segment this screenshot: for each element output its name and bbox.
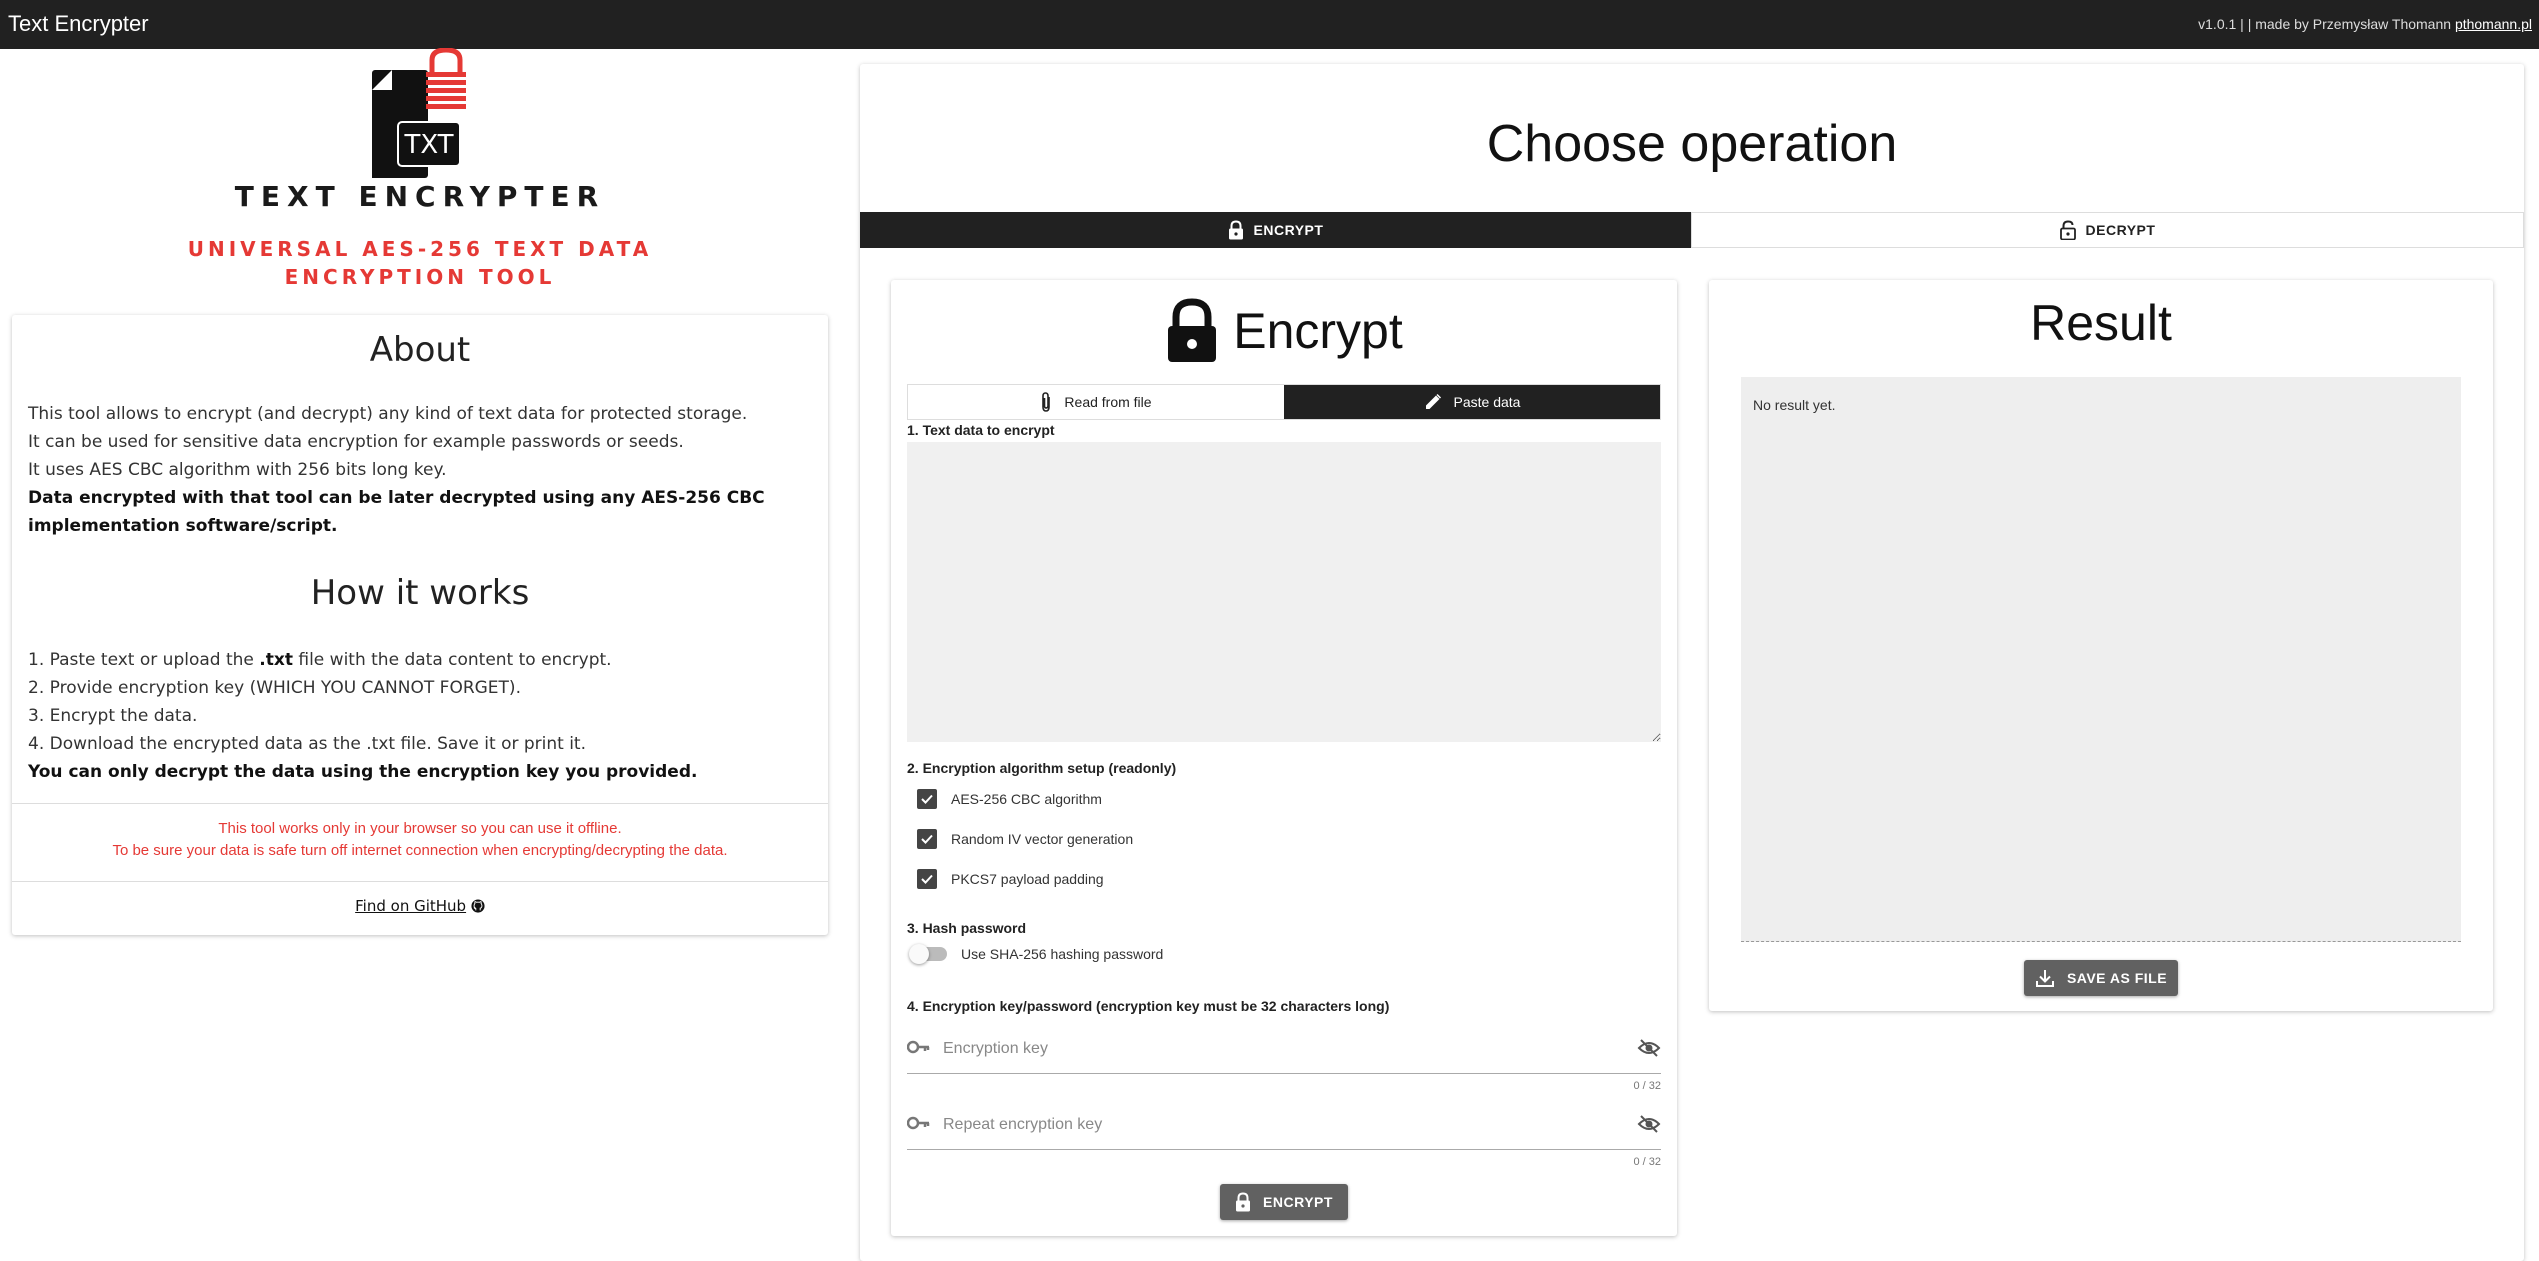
offline-line-1: This tool works only in your browser so … xyxy=(218,820,622,837)
offline-warning: This tool works only in your browser so … xyxy=(12,818,828,862)
check-pkcs7: PKCS7 payload padding xyxy=(917,869,1104,889)
lock-open-icon xyxy=(2059,220,2076,240)
about-line-2: It can be used for sensitive data encryp… xyxy=(28,432,684,452)
github-link[interactable]: Find on GitHub xyxy=(12,897,828,915)
offline-line-2: To be sure your data is safe turn off in… xyxy=(112,842,728,859)
check-icon xyxy=(921,874,933,884)
about-heading: About xyxy=(369,330,471,370)
download-icon xyxy=(2035,970,2054,987)
result-card: Result No result yet. SAVE AS FILE xyxy=(1709,280,2493,1011)
credits: v1.0.1 | | made by Przemysław Thomann pt… xyxy=(2198,16,2532,32)
text-data-input[interactable] xyxy=(907,442,1661,742)
checkbox-checked xyxy=(917,789,937,809)
check-icon xyxy=(921,794,933,804)
encryption-key-placeholder: Encryption key xyxy=(943,1040,1048,1057)
brand-subtitle-line1: UNIVERSAL AES-256 TEXT DATA xyxy=(187,237,653,261)
github-link-text[interactable]: Find on GitHub xyxy=(355,897,466,915)
toggle-knob xyxy=(909,944,929,964)
brand-subtitle-line2: ENCRYPTION TOOL xyxy=(284,265,556,289)
result-output[interactable]: No result yet. xyxy=(1741,377,2461,942)
tab-read-from-file[interactable]: Read from file xyxy=(908,385,1284,419)
encrypt-button-label: ENCRYPT xyxy=(1263,1194,1333,1210)
logo: TXT xyxy=(370,47,470,180)
about-line-1: This tool allows to encrypt (and decrypt… xyxy=(28,404,748,424)
brand-title: TEXT ENCRYPTER xyxy=(234,180,606,213)
how-step-2: 2. Provide encryption key (WHICH YOU CAN… xyxy=(28,678,521,698)
about-text: This tool allows to encrypt (and decrypt… xyxy=(28,400,812,540)
about-card: About This tool allows to encrypt (and d… xyxy=(12,315,828,935)
how-bold-note: You can only decrypt the data using the … xyxy=(28,762,698,782)
hash-toggle[interactable] xyxy=(909,944,947,964)
tab-paste-data-label: Paste data xyxy=(1453,394,1521,410)
save-as-file-button[interactable]: SAVE AS FILE xyxy=(2024,960,2178,996)
tab-read-from-file-label: Read from file xyxy=(1064,394,1152,410)
check-pkcs7-label: PKCS7 payload padding xyxy=(951,871,1104,887)
how-step-3: 3. Encrypt the data. xyxy=(28,706,198,726)
operation-title: Choose operation xyxy=(1486,115,1898,173)
encrypt-header: Encrypt xyxy=(891,296,1677,366)
key-icon xyxy=(907,1116,930,1130)
divider xyxy=(12,881,828,882)
about-line-3: It uses AES CBC algorithm with 256 bits … xyxy=(28,460,447,480)
hash-toggle-row[interactable]: Use SHA-256 hashing password xyxy=(909,944,1164,964)
tab-encrypt-label: ENCRYPT xyxy=(1253,222,1324,238)
lock-icon xyxy=(1228,220,1243,240)
about-bold-note: Data encrypted with that tool can be lat… xyxy=(28,488,765,536)
check-random-iv-label: Random IV vector generation xyxy=(951,831,1134,847)
author-link[interactable]: pthomann.pl xyxy=(2455,16,2532,32)
pencil-icon xyxy=(1425,393,1441,409)
encrypt-card: Encrypt Read from file Paste data 1. Tex… xyxy=(891,280,1677,1236)
github-icon xyxy=(471,899,485,913)
repeat-key-counter: 0 / 32 xyxy=(1633,1156,1661,1168)
app-title: Text Encrypter xyxy=(8,11,149,36)
divider xyxy=(12,803,828,804)
credits-text: v1.0.1 | | made by Przemysław Thomann xyxy=(2198,16,2455,32)
logo-text: TXT xyxy=(403,130,453,160)
repeat-key-field[interactable]: Repeat encryption key xyxy=(907,1102,1661,1150)
tab-encrypt[interactable]: ENCRYPT xyxy=(860,212,1691,248)
paperclip-icon xyxy=(1042,392,1051,412)
source-tabs: Read from file Paste data xyxy=(907,384,1661,420)
brand-subtitle: UNIVERSAL AES-256 TEXT DATA ENCRYPTION T… xyxy=(11,235,829,291)
tab-decrypt[interactable]: DECRYPT xyxy=(1691,212,2524,248)
top-app-bar: Text Encrypter v1.0.1 | | made by Przemy… xyxy=(0,0,2539,49)
how-step-1: 1. Paste text or upload the .txt file wi… xyxy=(28,650,612,670)
hash-label: 3. Hash password xyxy=(907,920,1027,936)
repeat-key-placeholder: Repeat encryption key xyxy=(943,1116,1103,1133)
key-icon xyxy=(907,1040,930,1054)
eye-off-icon[interactable] xyxy=(1637,1038,1661,1058)
eye-off-icon[interactable] xyxy=(1637,1114,1661,1134)
save-as-file-label: SAVE AS FILE xyxy=(2066,970,2168,986)
lock-icon xyxy=(1236,1192,1251,1212)
check-aes-256-label: AES-256 CBC algorithm xyxy=(951,791,1102,807)
encryption-key-field[interactable]: Encryption key xyxy=(907,1026,1661,1074)
checkbox-checked xyxy=(917,869,937,889)
tab-paste-data[interactable]: Paste data xyxy=(1284,385,1660,419)
how-text: 1. Paste text or upload the .txt file wi… xyxy=(28,646,812,786)
how-step-4: 4. Download the encrypted data as the .t… xyxy=(28,734,587,754)
check-icon xyxy=(921,834,933,844)
tab-decrypt-label: DECRYPT xyxy=(2085,222,2156,238)
how-heading: How it works xyxy=(310,573,530,613)
result-heading: Result xyxy=(2030,295,2172,351)
hash-toggle-label: Use SHA-256 hashing password xyxy=(961,946,1164,962)
encrypt-button[interactable]: ENCRYPT xyxy=(1220,1184,1348,1220)
checkbox-checked xyxy=(917,829,937,849)
check-aes-256: AES-256 CBC algorithm xyxy=(917,789,1102,809)
result-text: No result yet. xyxy=(1753,397,1836,413)
key-counter: 0 / 32 xyxy=(1633,1080,1661,1092)
check-random-iv: Random IV vector generation xyxy=(917,829,1133,849)
encrypt-heading: Encrypt xyxy=(1233,303,1403,359)
algorithm-label: 2. Encryption algorithm setup (readonly) xyxy=(907,760,1177,776)
text-data-label: 1. Text data to encrypt xyxy=(907,422,1055,438)
key-label: 4. Encryption key/password (encryption k… xyxy=(907,998,1390,1014)
operation-tabs: ENCRYPT DECRYPT xyxy=(860,212,2524,248)
lock-icon xyxy=(1168,298,1217,362)
